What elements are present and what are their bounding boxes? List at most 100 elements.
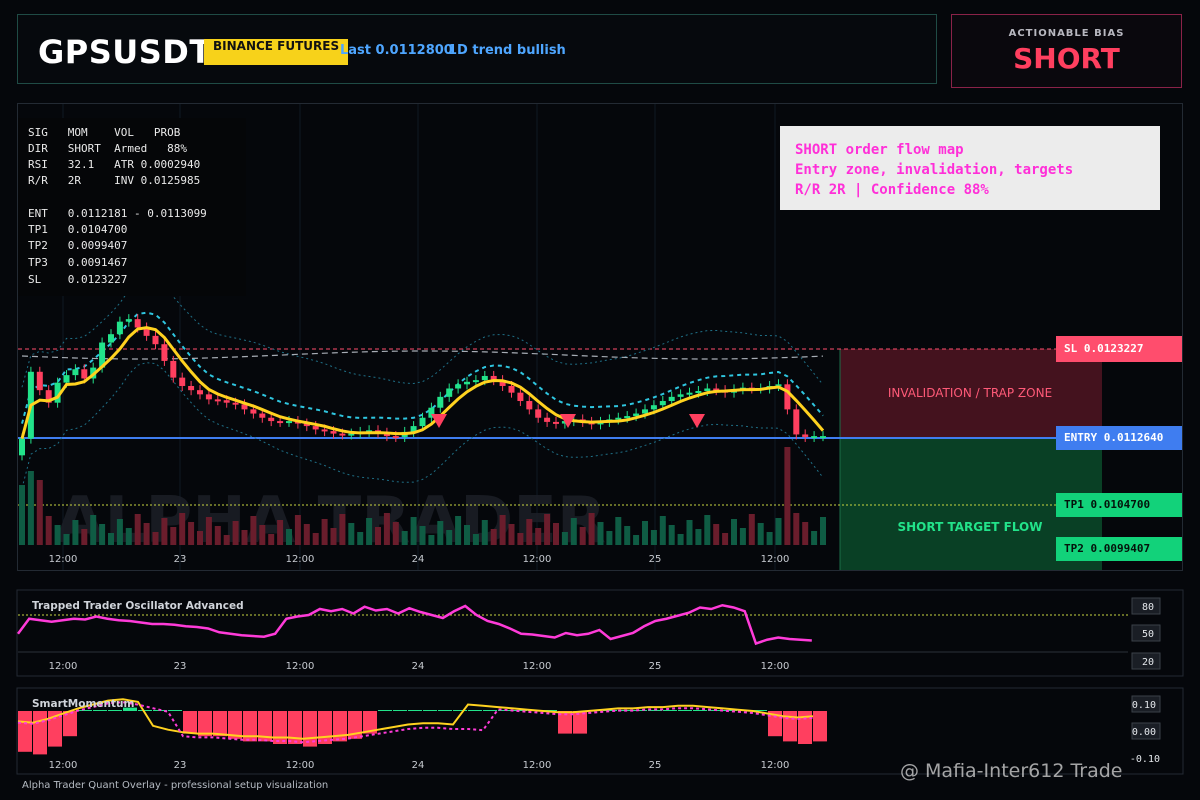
momentum-axis: 0.10 0.00 -0.10 — [1130, 695, 1161, 765]
candle-body — [481, 375, 488, 381]
volume-bar — [455, 516, 462, 545]
osc-axis-label: 20 — [1142, 657, 1154, 668]
volume-bar — [464, 525, 470, 545]
candle-body — [108, 334, 114, 343]
volume-bar — [321, 519, 328, 545]
volume-bar — [366, 518, 373, 545]
candle-body — [624, 416, 631, 419]
candle-body — [72, 369, 79, 376]
candle-body — [392, 436, 399, 439]
candle-body — [223, 400, 230, 403]
stats-row: TP3 0.0091467 — [28, 256, 128, 269]
mom-axis-label: 0.10 — [1132, 700, 1156, 711]
candle-body — [544, 417, 551, 422]
volume-bar — [161, 518, 168, 545]
candle-body — [170, 360, 177, 378]
candle-body — [179, 377, 186, 386]
x-tick-label: 12:00 — [761, 760, 790, 771]
x-tick-label: 12:00 — [49, 554, 78, 565]
note-line: Entry zone, invalidation, targets — [795, 162, 1074, 178]
x-tick-label: 12:00 — [523, 760, 552, 771]
volume-bar — [499, 515, 506, 545]
x-tick-label: 25 — [649, 661, 662, 672]
candle-body — [472, 380, 479, 383]
candle-body — [642, 409, 648, 414]
candle-body — [659, 401, 666, 406]
volume-bar — [615, 517, 622, 545]
sl-level-tag: SL 0.0123227 — [1056, 336, 1182, 362]
order-flow-note: SHORT order flow map Entry zone, invalid… — [780, 126, 1160, 210]
stats-row: R/R 2R INV 0.0125985 — [28, 174, 201, 187]
volume-bar — [339, 514, 346, 545]
volume-bar — [116, 519, 123, 545]
volume-bar — [526, 519, 533, 545]
candle-body — [125, 319, 132, 322]
momentum-bar — [93, 710, 107, 711]
x-tick-label: 12:00 — [523, 554, 552, 565]
candle-body — [277, 421, 284, 424]
volume-bar — [330, 528, 337, 545]
candle-body — [811, 436, 818, 439]
momentum-bar — [678, 710, 692, 711]
volume-bar — [312, 533, 319, 545]
invalidation-zone-label: INVALIDATION / TRAP ZONE — [888, 386, 1052, 400]
stats-row: DIR SHORT Armed 88% — [28, 142, 187, 155]
volume-bar — [152, 532, 159, 545]
oscillator-x-axis: 12:00 23 12:00 24 12:00 25 12:00 — [49, 661, 790, 672]
volume-bar — [704, 515, 711, 545]
band-line — [21, 350, 824, 360]
volume-bar — [383, 513, 390, 545]
momentum-bar — [198, 711, 212, 737]
volume-bar — [108, 533, 114, 545]
candle-body — [793, 409, 800, 435]
x-tick-label: 12:00 — [761, 661, 790, 672]
momentum-histogram — [18, 707, 827, 755]
volume-bar — [713, 524, 720, 545]
momentum-bar — [393, 710, 407, 711]
signal-stats-panel: SIG MOM VOL PROB DIR SHORT Armed 88% RSI… — [18, 118, 246, 296]
candle-body — [526, 401, 533, 410]
x-tick-label: 12:00 — [761, 554, 790, 565]
tp2-level-tag: TP2 0.0099407 — [1056, 537, 1182, 561]
candle-body — [668, 396, 675, 402]
volume-bar — [588, 513, 595, 545]
momentum-bar — [108, 710, 122, 711]
target-zone-label: SHORT TARGET FLOW — [898, 520, 1043, 534]
volume-bar — [766, 532, 773, 545]
x-tick-label: 12:00 — [523, 661, 552, 672]
volume-bar — [606, 531, 613, 545]
candle-body — [820, 436, 826, 439]
momentum-bar — [813, 711, 827, 742]
volume-bar — [642, 521, 648, 545]
stats-row: TP1 0.0104700 — [28, 223, 128, 236]
volume-bar — [259, 525, 266, 545]
volume-bar — [775, 518, 782, 545]
volume-bar — [428, 535, 435, 545]
volume-bar — [659, 516, 666, 545]
momentum-signal-line — [17, 701, 814, 744]
volume-bar — [134, 514, 141, 545]
candle-body — [686, 392, 693, 395]
volume-bar — [650, 530, 657, 545]
volume-bar — [170, 527, 177, 545]
candle-body — [286, 421, 292, 424]
volume-bar — [686, 520, 693, 545]
x-tick-label: 25 — [649, 554, 662, 565]
volume-bar — [45, 516, 52, 545]
bollinger-bands — [21, 278, 824, 489]
candle-body — [321, 429, 328, 432]
volume-bar — [99, 524, 106, 545]
volume-bar — [348, 523, 355, 545]
candle-body — [259, 413, 266, 418]
momentum-bar — [378, 710, 392, 711]
candle-body — [437, 396, 444, 408]
momentum-bar — [423, 710, 437, 711]
momentum-bar — [573, 711, 587, 734]
candle-body — [268, 417, 275, 422]
candle-body — [152, 335, 159, 345]
momentum-bar — [438, 710, 452, 711]
volume-bar — [561, 532, 568, 545]
volume-bar — [205, 517, 212, 545]
momentum-bar — [318, 711, 332, 744]
volume-bar — [695, 529, 702, 545]
